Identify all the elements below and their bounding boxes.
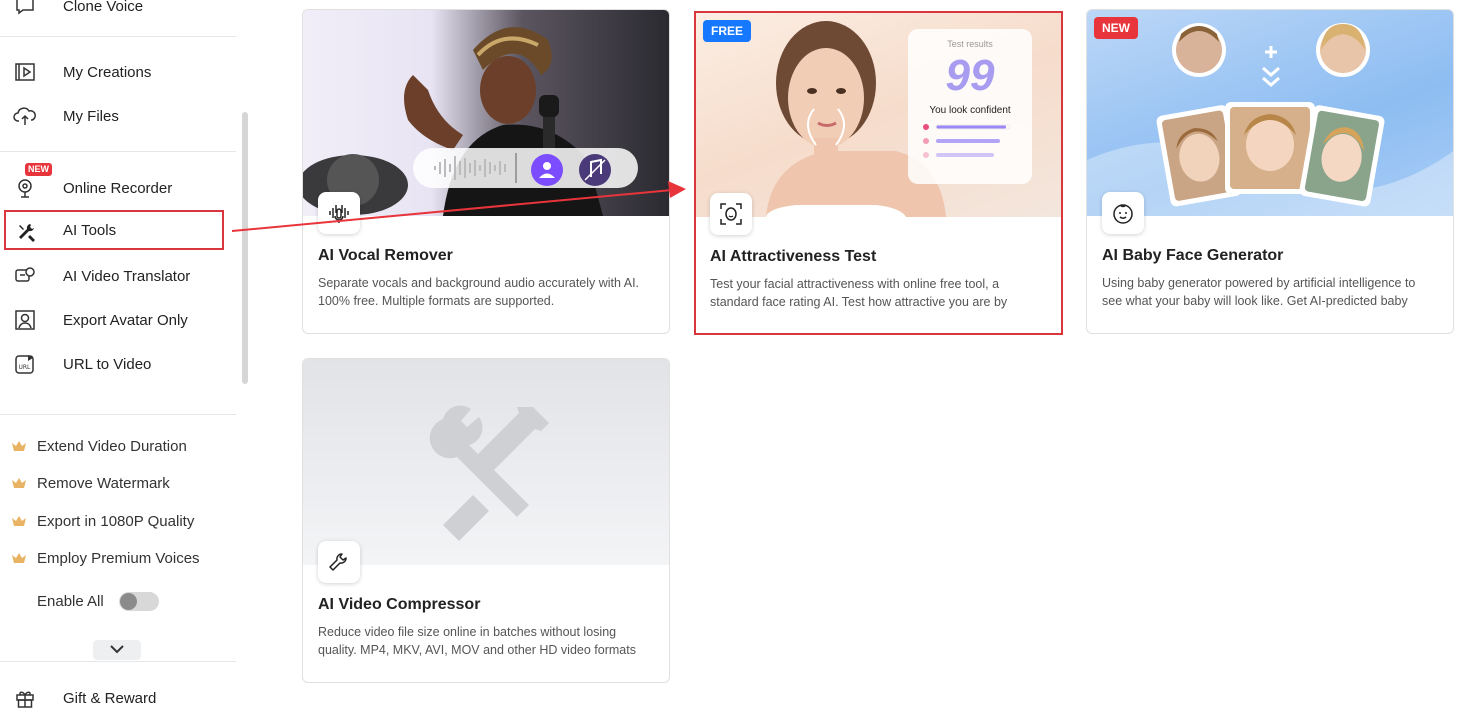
face-scan-icon (710, 193, 752, 235)
sidebar-item-label: Gift & Reward (63, 689, 157, 707)
tools-placeholder-icon (429, 405, 549, 541)
divider (0, 36, 236, 37)
cloud-upload-icon (13, 105, 37, 127)
singer-illustration (303, 27, 638, 216)
crown-icon (11, 551, 27, 569)
chat-icon (13, 0, 37, 17)
card-description: Using baby generator powered by artifici… (1102, 276, 1416, 308)
premium-item-remove-watermark[interactable]: Remove Watermark (0, 468, 236, 498)
sidebar-item-label: AI Tools (63, 221, 117, 239)
premium-item-export-1080p[interactable]: Export in 1080P Quality (0, 506, 236, 536)
sidebar-item-label: AI Video Translator (63, 267, 191, 285)
wrench-icon (318, 541, 360, 583)
tool-card-attractiveness-test[interactable]: Test results 99 You look confident FREE … (694, 11, 1063, 335)
test-results-label: Test results (947, 39, 993, 49)
result-bars (923, 124, 1011, 158)
sidebar-item-label: My Files (63, 107, 119, 125)
webcam-icon (13, 177, 37, 199)
divider (0, 151, 236, 152)
crown-icon (11, 514, 27, 532)
premium-item-label: Export in 1080P Quality (37, 512, 195, 530)
sidebar-item-label: Online Recorder (63, 179, 173, 197)
tool-card-video-compressor[interactable]: AI Video Compressor Reduce video file si… (302, 358, 670, 683)
sidebar-item-gift-reward[interactable]: Gift & Reward (0, 678, 236, 712)
card-description: Separate vocals and background audio acc… (318, 276, 640, 308)
enable-all-row: Enable All (0, 586, 236, 616)
crown-icon (11, 439, 27, 457)
video-compressor-thumbnail (303, 359, 669, 565)
enable-all-toggle[interactable] (119, 592, 159, 611)
sidebar-item-label: URL to Video (63, 355, 152, 373)
score-value: 99 (945, 51, 995, 100)
tool-card-baby-face-generator[interactable]: NEW AI Baby Face Generator Using baby ge… (1086, 9, 1454, 334)
card-description: Reduce video file size online in batches… (318, 625, 636, 657)
vocal-remover-tool-icon (318, 192, 360, 234)
sidebar-item-my-files[interactable]: My Files (0, 96, 236, 136)
sidebar-item-label: My Creations (63, 63, 152, 81)
sidebar-item-label: Export Avatar Only (63, 311, 188, 329)
avatar-icon (13, 309, 37, 331)
sidebar-item-online-recorder[interactable]: NEW Online Recorder (0, 163, 236, 208)
sidebar-item-url-to-video[interactable]: URL URL to Video (0, 344, 236, 384)
chevron-down-icon (109, 641, 125, 659)
crown-icon (11, 476, 27, 494)
sidebar-item-ai-video-translator[interactable]: AI Video Translator (0, 256, 236, 296)
free-badge: FREE (703, 20, 752, 42)
sidebar-item-export-avatar-only[interactable]: Export Avatar Only (0, 300, 236, 340)
enable-all-label: Enable All (37, 592, 104, 610)
vocal-remover-thumbnail (303, 10, 669, 216)
premium-item-extend-duration[interactable]: Extend Video Duration (0, 431, 236, 461)
baby-face-icon (1102, 192, 1144, 234)
divider (0, 661, 236, 662)
premium-item-label: Remove Watermark (37, 474, 170, 492)
sidebar-item-my-creations[interactable]: My Creations (0, 52, 236, 92)
new-badge: NEW (1094, 17, 1138, 39)
translate-icon (13, 265, 37, 287)
url-icon: URL (13, 353, 37, 375)
new-tag: NEW (25, 163, 52, 176)
card-description: Test your facial attractiveness with onl… (710, 277, 1008, 309)
baby-face-thumbnail (1087, 10, 1453, 216)
premium-item-label: Extend Video Duration (37, 437, 187, 455)
gift-icon (13, 687, 37, 709)
card-title: AI Vocal Remover (318, 247, 453, 264)
attractiveness-thumbnail: Test results 99 You look confident (696, 13, 1061, 217)
premium-item-premium-voices[interactable]: Employ Premium Voices (0, 543, 236, 573)
play-square-icon (13, 61, 37, 83)
sidebar-item-clone-voice[interactable]: Clone Voice (0, 0, 236, 26)
card-title: AI Video Compressor (318, 596, 481, 613)
sidebar-item-ai-tools[interactable]: AI Tools (4, 210, 224, 250)
divider (0, 414, 236, 415)
card-title: AI Attractiveness Test (710, 248, 877, 265)
toggle-knob (120, 593, 137, 610)
sidebar: Clone Voice My Creations My Files NEW On… (0, 0, 250, 712)
card-title: AI Baby Face Generator (1102, 247, 1284, 264)
expand-button[interactable] (93, 640, 141, 660)
svg-text:URL: URL (19, 364, 32, 371)
tool-card-vocal-remover[interactable]: AI Vocal Remover Separate vocals and bac… (302, 9, 670, 334)
baby-faces-illustration (1087, 23, 1453, 216)
result-text: You look confident (929, 105, 1011, 116)
tools-icon (15, 221, 39, 243)
premium-item-label: Employ Premium Voices (37, 549, 200, 567)
sidebar-item-label: Clone Voice (63, 0, 144, 15)
sidebar-scrollbar[interactable] (242, 112, 248, 384)
